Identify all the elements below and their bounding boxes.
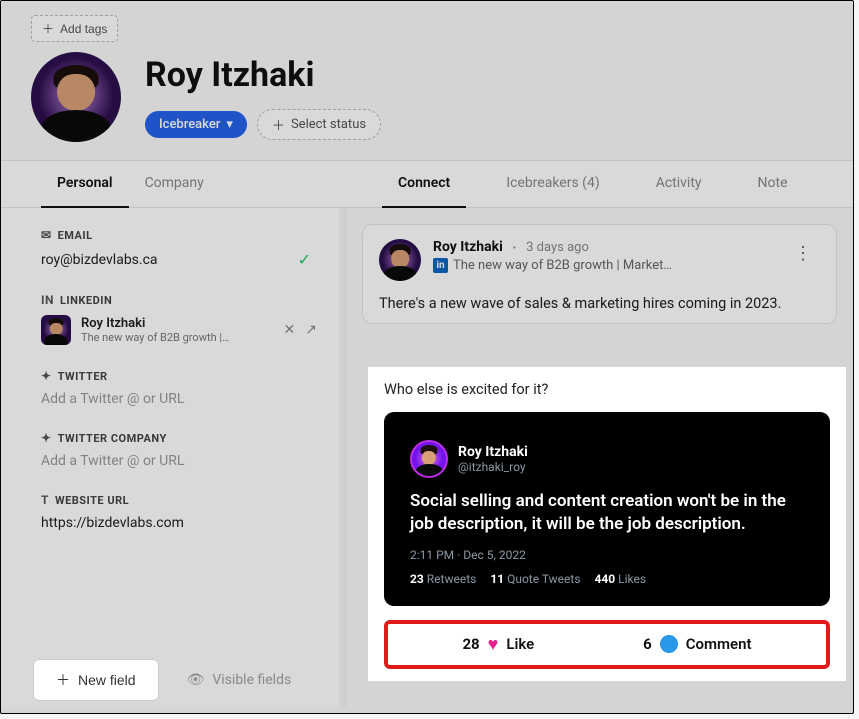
email-icon: ✉ bbox=[41, 228, 52, 242]
linkedin-headline: The new way of B2B growth |… bbox=[81, 331, 274, 344]
remove-icon[interactable]: ✕ bbox=[284, 322, 296, 338]
like-button[interactable]: 28 ♥ Like bbox=[462, 634, 534, 655]
engagement-box: 28 ♥ Like 6 Comment bbox=[384, 620, 830, 669]
heart-icon: ♥ bbox=[488, 634, 499, 655]
tab-note[interactable]: Note bbox=[742, 161, 804, 207]
post-menu-button[interactable]: ⋮ bbox=[786, 239, 820, 268]
tweet-avatar bbox=[410, 440, 448, 478]
like-label: Like bbox=[506, 635, 534, 653]
verified-icon: ✓ bbox=[298, 250, 311, 269]
email-value[interactable]: roy@bizdevlabs.ca bbox=[41, 252, 158, 268]
like-count: 28 bbox=[462, 635, 479, 653]
linkedin-name: Roy Itzhaki bbox=[81, 316, 274, 331]
twitter-input[interactable]: Add a Twitter @ or URL bbox=[41, 391, 329, 407]
post-question: Who else is excited for it? bbox=[384, 381, 830, 398]
website-value[interactable]: https://bizdevlabs.com bbox=[41, 515, 329, 531]
post-avatar bbox=[379, 239, 421, 281]
twitter-label: TWITTER bbox=[58, 370, 108, 383]
fields-sidebar: ✉ EMAIL roy@bizdevlabs.ca ✓ in LINKEDIN Ro… bbox=[1, 208, 346, 707]
post-body-line1: There's a new wave of sales & marketing … bbox=[363, 291, 836, 323]
twitter-icon: ✦ bbox=[41, 431, 52, 445]
tab-company[interactable]: Company bbox=[129, 161, 220, 207]
post-card: Roy Itzhaki • 3 days ago in The new way … bbox=[362, 224, 837, 324]
plus-icon: ＋ bbox=[272, 115, 285, 134]
tab-connect[interactable]: Connect bbox=[382, 161, 466, 207]
select-status-button[interactable]: ＋ Select status bbox=[257, 109, 381, 140]
linkedin-field-label: LINKEDIN bbox=[60, 294, 112, 307]
visible-fields-button[interactable]: 👁 Visible fields bbox=[187, 672, 292, 688]
tweet-handle: @itzhaki_roy bbox=[458, 460, 528, 474]
comment-count: 6 bbox=[643, 635, 652, 653]
post-time: 3 days ago bbox=[526, 240, 589, 255]
person-name: Roy Itzhaki bbox=[145, 55, 381, 95]
chevron-down-icon: ▾ bbox=[226, 117, 233, 132]
profile-header: ＋ Add tags Roy Itzhaki Icebreaker ▾ ＋ Se… bbox=[1, 1, 853, 160]
new-field-label: New field bbox=[78, 672, 136, 688]
tab-activity[interactable]: Activity bbox=[640, 161, 718, 207]
comment-icon bbox=[660, 635, 678, 653]
icebreaker-label: Icebreaker bbox=[159, 117, 220, 132]
add-tags-label: Add tags bbox=[60, 22, 107, 36]
add-tags-button[interactable]: ＋ Add tags bbox=[31, 15, 118, 42]
tweet-stats: 23 Retweets 11 Quote Tweets 440 Likes bbox=[410, 572, 804, 586]
twitter-company-input[interactable]: Add a Twitter @ or URL bbox=[41, 453, 329, 469]
linkedin-icon: in bbox=[41, 293, 54, 307]
avatar bbox=[31, 52, 121, 142]
website-label: WEBSITE URL bbox=[55, 494, 129, 507]
linkedin-badge-icon: in bbox=[433, 258, 448, 273]
plus-icon: ＋ bbox=[42, 20, 54, 37]
tab-bar: Personal Company Connect Icebreakers (4)… bbox=[1, 160, 853, 208]
visible-fields-label: Visible fields bbox=[212, 672, 291, 688]
comment-label: Comment bbox=[686, 635, 752, 653]
dot-separator: • bbox=[513, 243, 516, 254]
tweet-meta: 2:11 PM · Dec 5, 2022 bbox=[410, 548, 804, 562]
eye-icon: 👁 bbox=[187, 672, 205, 688]
new-field-button[interactable]: ＋ New field bbox=[33, 659, 159, 701]
twitter-company-label: TWITTER COMPANY bbox=[58, 432, 167, 445]
external-link-icon[interactable]: ↗ bbox=[305, 322, 317, 338]
plus-icon: ＋ bbox=[56, 670, 70, 690]
post-author: Roy Itzhaki bbox=[433, 239, 503, 255]
scrollbar[interactable] bbox=[339, 208, 345, 707]
tab-icebreakers[interactable]: Icebreakers (4) bbox=[490, 161, 615, 207]
comment-button[interactable]: 6 Comment bbox=[643, 635, 751, 653]
select-status-label: Select status bbox=[291, 117, 366, 132]
tweet-text: Social selling and content creation won'… bbox=[410, 490, 804, 536]
post-subline: The new way of B2B growth | Market… bbox=[453, 258, 672, 273]
tweet-card: Roy Itzhaki @itzhaki_roy Social selling … bbox=[384, 412, 830, 606]
text-icon: T bbox=[41, 493, 49, 507]
twitter-icon: ✦ bbox=[41, 369, 52, 383]
tweet-name: Roy Itzhaki bbox=[458, 444, 528, 460]
icebreaker-pill[interactable]: Icebreaker ▾ bbox=[145, 111, 247, 138]
tab-personal[interactable]: Personal bbox=[41, 161, 129, 207]
linkedin-avatar bbox=[41, 315, 71, 345]
post-highlight: Who else is excited for it? Roy Itzhaki … bbox=[368, 367, 846, 681]
email-label: EMAIL bbox=[58, 229, 93, 242]
